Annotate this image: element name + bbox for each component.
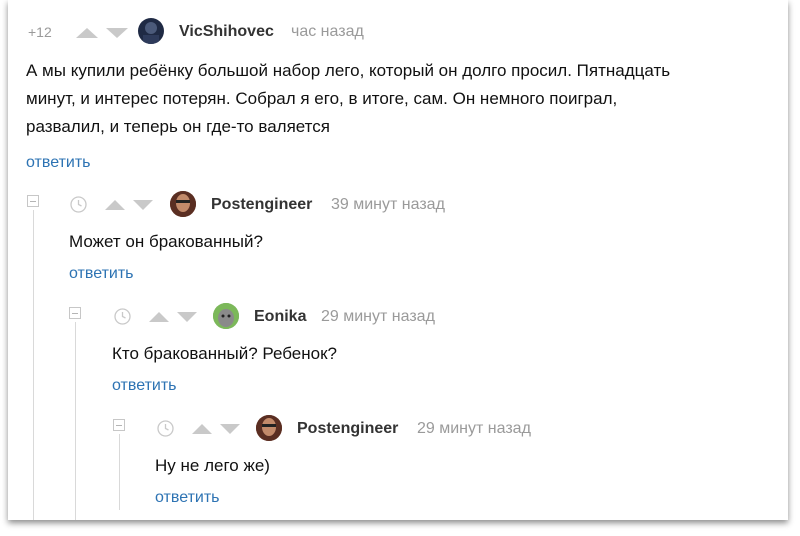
downvote-arrow-icon[interactable]: [133, 200, 153, 210]
upvote-arrow-icon[interactable]: [192, 424, 212, 434]
downvote-arrow-icon[interactable]: [220, 424, 240, 434]
comment-time: 39 минут назад: [331, 196, 445, 213]
comment-username[interactable]: Postengineer: [297, 420, 398, 438]
reply-link[interactable]: ответить: [69, 265, 134, 283]
downvote-arrow-icon[interactable]: [177, 312, 197, 322]
comment-thread-card: +12 VicShihovec час назад А мы купили ре…: [8, 0, 788, 520]
comment-text: Кто бракованный? Ребенок?: [112, 344, 337, 363]
collapse-icon[interactable]: [113, 419, 125, 431]
collapse-icon[interactable]: [27, 195, 39, 207]
reply-link[interactable]: ответить: [112, 377, 177, 395]
comment-username[interactable]: VicShihovec: [179, 23, 274, 41]
clock-icon: [114, 308, 131, 325]
vote-arrows: [192, 424, 240, 434]
vote-arrows: [149, 312, 197, 322]
comment-time: час назад: [291, 23, 364, 40]
avatar[interactable]: [138, 18, 164, 44]
comment-rating: +12: [28, 24, 52, 40]
avatar[interactable]: [170, 191, 196, 217]
vote-arrows: [76, 28, 128, 38]
comment-text-line: А мы купили ребёнку большой набор лего, …: [26, 61, 671, 80]
clock-icon: [70, 196, 87, 213]
comment-text: Ну не лего же): [155, 456, 270, 475]
thread-line[interactable]: [119, 434, 120, 510]
comment-time: 29 минут назад: [417, 420, 531, 437]
comment-text: А мы купили ребёнку большой набор лего, …: [26, 57, 786, 141]
collapse-icon[interactable]: [69, 307, 81, 319]
reply-link[interactable]: ответить: [155, 489, 220, 507]
comment-username[interactable]: Postengineer: [211, 196, 312, 214]
comment-username[interactable]: Eonika: [254, 308, 306, 326]
upvote-arrow-icon[interactable]: [149, 312, 169, 322]
thread-line[interactable]: [75, 322, 76, 520]
downvote-arrow-icon[interactable]: [106, 28, 128, 38]
upvote-arrow-icon[interactable]: [105, 200, 125, 210]
clock-icon: [157, 420, 174, 437]
upvote-arrow-icon[interactable]: [76, 28, 98, 38]
avatar[interactable]: [213, 303, 239, 329]
vote-arrows: [105, 200, 153, 210]
comment-text-line: минут, и интерес потерян. Собрал я его, …: [26, 89, 618, 108]
avatar[interactable]: [256, 415, 282, 441]
comment-text: Может он бракованный?: [69, 232, 263, 251]
comment-text-line: развалил, и теперь он где-то валяется: [26, 117, 330, 136]
reply-link[interactable]: ответить: [26, 154, 91, 172]
comment-time: 29 минут назад: [321, 308, 435, 325]
thread-line[interactable]: [33, 210, 34, 520]
